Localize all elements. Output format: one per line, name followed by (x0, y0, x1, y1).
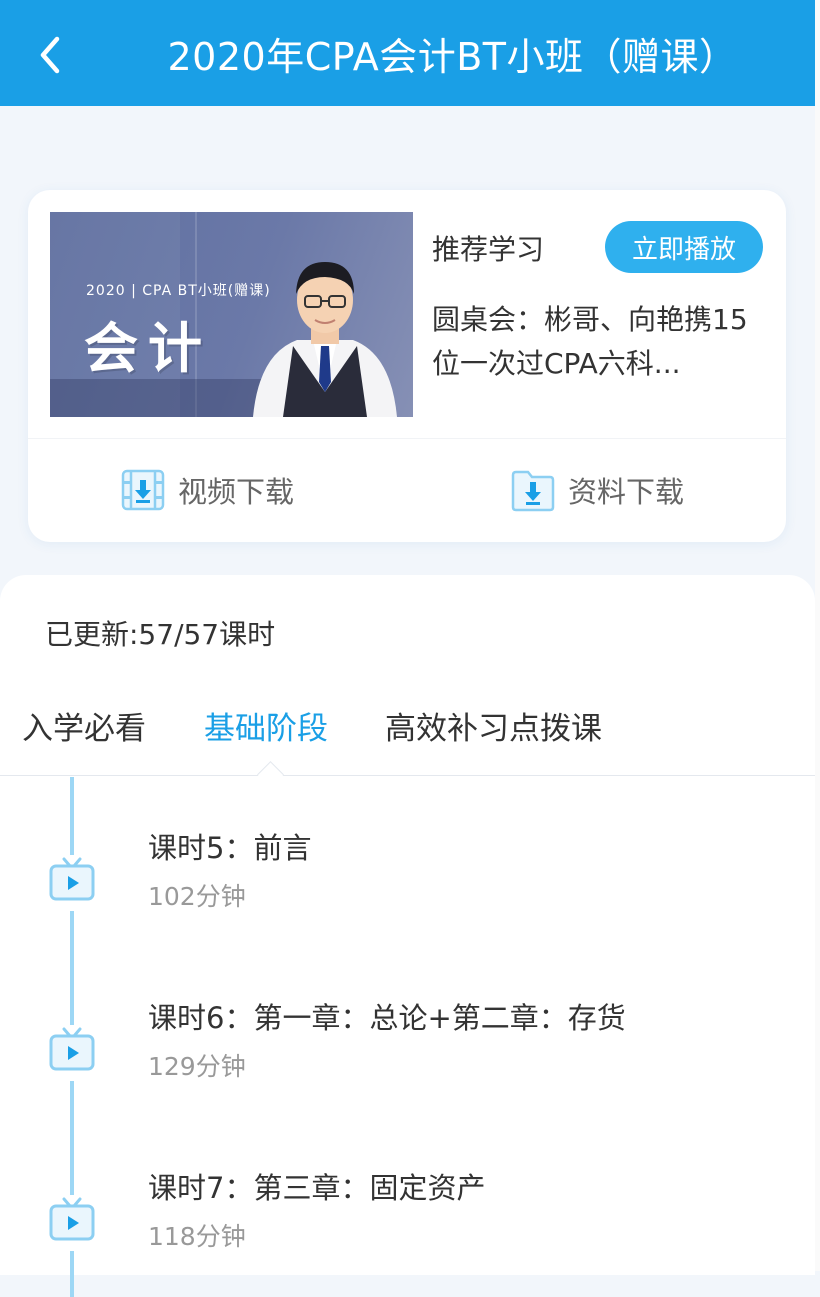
tab-supplement[interactable]: 高效补习点拨课 (385, 703, 602, 748)
doc-download-label: 资料下载 (568, 475, 685, 509)
lesson-duration: 129分钟 (148, 1052, 246, 1081)
back-button[interactable] (30, 32, 70, 78)
lesson-duration: 118分钟 (148, 1222, 246, 1251)
play-now-button[interactable]: 立即播放 (605, 221, 763, 273)
update-status: 已更新:57/57课时 (45, 618, 276, 651)
doc-download-button[interactable]: 资料下载 (510, 464, 684, 516)
video-download-button[interactable]: 视频下载 (120, 464, 294, 516)
video-download-label: 视频下载 (178, 475, 295, 509)
video-download-icon (121, 469, 165, 511)
lesson-duration: 102分钟 (148, 882, 246, 911)
lesson-panel: 已更新:57/57课时 入学必看 基础阶段 高效补习点拨课 课时5：前言 102… (0, 575, 815, 1297)
doc-download-icon (511, 470, 555, 512)
course-thumbnail[interactable]: 2020 | CPA BT小班(赠课) 会计 (50, 212, 413, 417)
recommend-card: 2020 | CPA BT小班(赠课) 会计 推荐学习 立即播放 圆桌会：彬哥、… (28, 190, 786, 542)
instructor-image (253, 262, 397, 417)
recommend-title[interactable]: 圆桌会：彬哥、向艳携15位一次过CPA六科... (432, 298, 762, 386)
page-title: 2020年CPA会计BT小班（赠课） (167, 34, 738, 79)
recommend-label: 推荐学习 (432, 233, 545, 266)
lesson-item[interactable]: 课时6：第一章：总论+第二章：存货 129分钟 (0, 995, 815, 1115)
tv-play-icon (48, 1025, 96, 1073)
stage-tabs: 入学必看 基础阶段 高效补习点拨课 (0, 703, 815, 775)
lesson-title: 课时5：前言 (148, 831, 312, 865)
back-arrow-icon (40, 36, 60, 74)
top-bar: 2020年CPA会计BT小班（赠课） (0, 0, 815, 106)
tv-play-icon (48, 855, 96, 903)
tab-intro[interactable]: 入学必看 (22, 703, 146, 748)
card-divider (28, 438, 786, 439)
thumb-subtitle: 2020 | CPA BT小班(赠课) (86, 283, 271, 299)
lesson-item[interactable]: 课时7：第三章：固定资产 118分钟 (0, 1165, 815, 1285)
right-edge (815, 0, 820, 1271)
tv-play-icon (48, 1195, 96, 1243)
tab-basic-stage[interactable]: 基础阶段 (204, 703, 328, 748)
lesson-item[interactable]: 课时5：前言 102分钟 (0, 825, 815, 945)
tab-divider (0, 775, 815, 776)
thumb-big-text: 会计 (84, 317, 212, 380)
lesson-title: 课时7：第三章：固定资产 (148, 1171, 486, 1205)
lesson-title: 课时6：第一章：总论+第二章：存货 (148, 1001, 626, 1035)
